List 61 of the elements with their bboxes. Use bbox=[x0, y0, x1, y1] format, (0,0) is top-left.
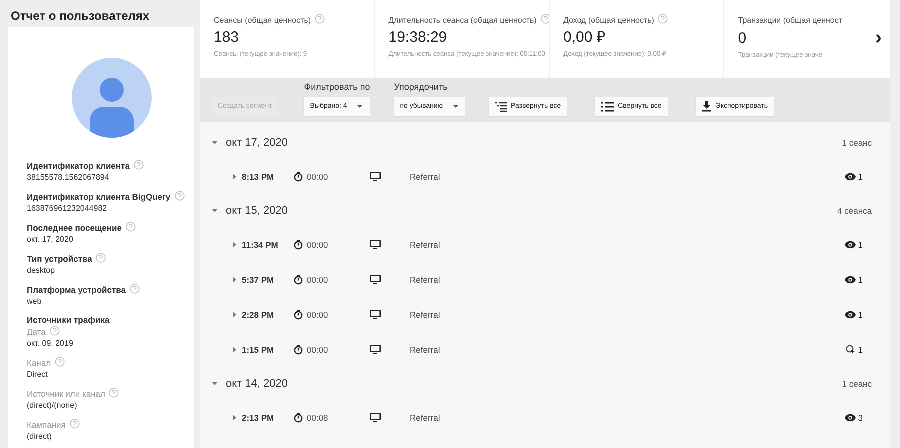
field-label: Источник или канал bbox=[27, 389, 106, 399]
metric-label: Сеансы (общая ценность) bbox=[214, 16, 312, 25]
field-value: 163876961232044982 bbox=[27, 203, 108, 214]
session-duration: 00:00 bbox=[307, 344, 330, 354]
session-duration: 00:08 bbox=[307, 412, 330, 422]
metric-value: 19:38:29 bbox=[388, 28, 448, 48]
session-time[interactable]: 1:15 PM bbox=[242, 344, 294, 354]
metric-value: 183 bbox=[214, 28, 240, 48]
field-label: Идентификатор клиента BigQuery bbox=[27, 192, 171, 202]
session-time[interactable]: 5:37 PM bbox=[242, 274, 294, 284]
hit-count: 1 bbox=[858, 274, 863, 284]
field-label: Кампания bbox=[27, 420, 66, 430]
session-time[interactable]: 2:28 PM bbox=[242, 310, 294, 320]
session-count: 4 сеанса bbox=[838, 206, 872, 216]
dropdown-label: Упорядочить bbox=[394, 82, 449, 92]
session-duration: 00:00 bbox=[307, 274, 330, 284]
metric-value: 0 bbox=[738, 28, 747, 48]
session-time[interactable]: 2:13 PM bbox=[242, 412, 294, 422]
metric-label: Длительность сеанса (общая ценность) bbox=[388, 16, 537, 25]
session-duration: 00:00 bbox=[307, 310, 330, 320]
metric-label: Транзакции (общая ценност bbox=[738, 16, 843, 25]
hit-count: 1 bbox=[858, 240, 863, 250]
traffic-source: Referral bbox=[410, 172, 440, 182]
hit-count: 1 bbox=[858, 172, 863, 182]
hit-count: 1 bbox=[858, 310, 863, 320]
panel-title: Отчет о пользователях bbox=[10, 8, 151, 25]
day-date: окт 15, 2020 bbox=[226, 204, 288, 216]
field-label: Канал bbox=[27, 358, 52, 368]
traffic-source: Referral bbox=[410, 240, 440, 250]
day-date: окт 17, 2020 bbox=[226, 136, 288, 148]
session-count: 1 сеанс bbox=[842, 378, 872, 388]
traffic-source: Referral bbox=[410, 344, 440, 354]
field-label: Платформа устройства bbox=[27, 285, 126, 295]
traffic-source: Referral bbox=[410, 412, 440, 422]
field-label: Источники трафика bbox=[27, 315, 110, 325]
field-value: окт. 09, 2019 bbox=[27, 338, 74, 349]
session-count: 1 сеанс bbox=[842, 138, 872, 148]
field-value: 38155578.1562067894 bbox=[27, 172, 110, 183]
session-duration: 00:00 bbox=[307, 240, 330, 250]
field-value: web bbox=[27, 296, 43, 307]
session-time[interactable]: 11:34 PM bbox=[242, 240, 294, 250]
field-label: Тип устройства bbox=[27, 254, 92, 264]
traffic-source: Referral bbox=[410, 274, 440, 284]
metric-label: Доход (общая ценность) bbox=[564, 16, 654, 25]
day-date: окт 14, 2020 bbox=[226, 378, 288, 390]
field-label: Дата bbox=[27, 327, 46, 337]
hit-count: 3 bbox=[858, 412, 863, 422]
field-value: desktop bbox=[27, 265, 56, 276]
field-label: Последнее посещение bbox=[27, 223, 122, 233]
field-value: (direct)/(none) bbox=[27, 400, 78, 411]
session-duration: 00:00 bbox=[307, 172, 330, 182]
metric-value: 0,00 ₽ bbox=[564, 28, 606, 48]
session-time[interactable]: 8:13 PM bbox=[242, 172, 294, 182]
field-value: окт. 17, 2020 bbox=[27, 234, 74, 245]
field-value: Direct bbox=[27, 369, 49, 380]
hit-count: 1 bbox=[858, 344, 863, 354]
next-arrow[interactable]: › bbox=[875, 27, 882, 50]
field-value: (direct) bbox=[27, 431, 53, 442]
field-label: Идентификатор клиента bbox=[27, 161, 130, 171]
traffic-source: Referral bbox=[410, 310, 440, 320]
dropdown-label: Фильтровать по bbox=[304, 82, 370, 92]
